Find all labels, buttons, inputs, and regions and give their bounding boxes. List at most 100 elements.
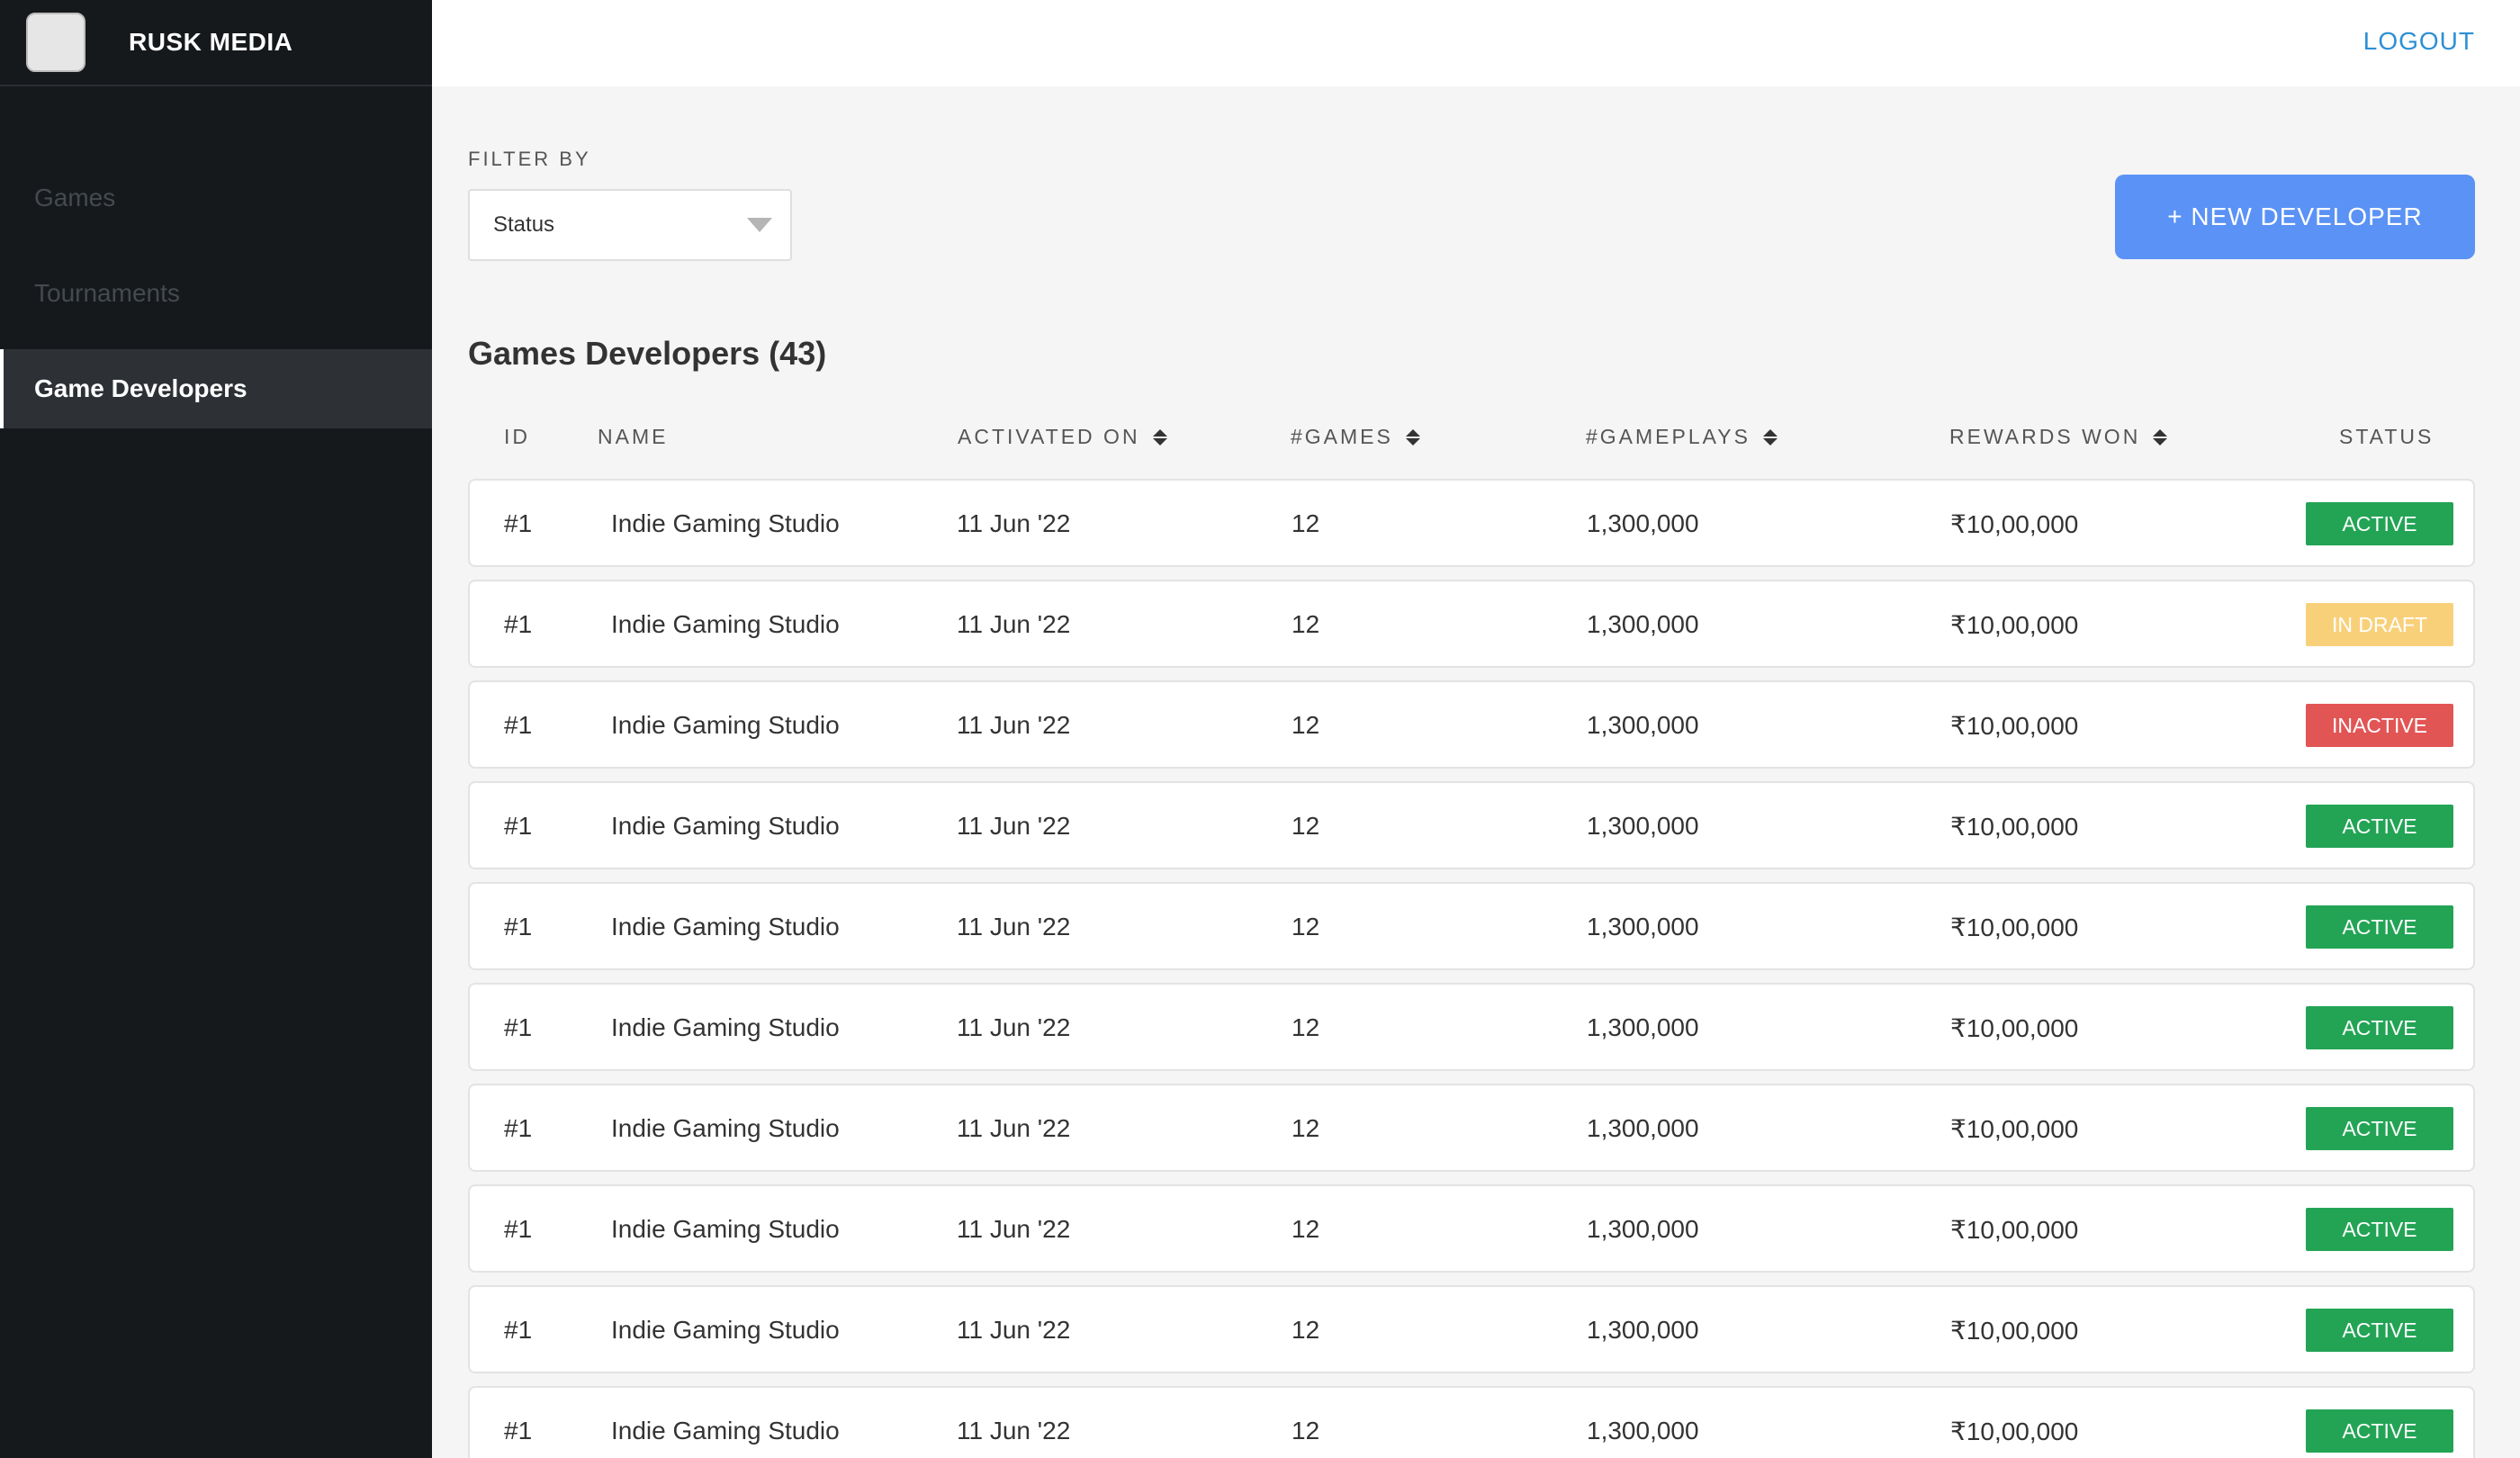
column-header-activated-on[interactable]: ACTIVATED ON — [958, 425, 1167, 449]
cell-gameplays: 1,300,000 — [1587, 913, 1699, 940]
table-row[interactable]: #1 Indie Gaming Studio 11 Jun '22 12 1,3… — [468, 580, 2475, 668]
cell-rewards-won: ₹10,00,000 — [1950, 1014, 2079, 1042]
developer-table-body: #1 Indie Gaming Studio 11 Jun '22 12 1,3… — [468, 479, 2475, 1458]
sidebar: RUSK MEDIA Games Tournaments Game Develo… — [0, 0, 432, 1458]
table-row[interactable]: #1 Indie Gaming Studio 11 Jun '22 12 1,3… — [468, 1386, 2475, 1458]
table-row[interactable]: #1 Indie Gaming Studio 11 Jun '22 12 1,3… — [468, 479, 2475, 567]
sort-icon[interactable] — [1152, 428, 1167, 446]
cell-id: #1 — [504, 1215, 533, 1243]
status-badge: ACTIVE — [2306, 502, 2453, 545]
cell-activated-on: 11 Jun '22 — [957, 1114, 1071, 1142]
sidebar-item-games[interactable]: Games — [0, 158, 432, 238]
status-filter-select[interactable]: Status — [468, 189, 792, 261]
cell-gameplays: 1,300,000 — [1587, 1114, 1699, 1142]
column-header-rewards-won[interactable]: REWARDS WON — [1949, 425, 2168, 449]
status-badge: ACTIVE — [2306, 805, 2453, 848]
cell-id: #1 — [504, 913, 533, 940]
table-header: ID NAME ACTIVATED ON #GAMES #GAMEPLAYS R… — [468, 416, 2475, 461]
sidebar-item-game-developers[interactable]: Game Developers — [0, 349, 432, 428]
status-filter-value: Status — [493, 212, 555, 237]
sidebar-item-tournaments[interactable]: Tournaments — [0, 254, 432, 333]
cell-id: #1 — [504, 1114, 533, 1142]
cell-games: 12 — [1292, 1114, 1320, 1142]
cell-gameplays: 1,300,000 — [1587, 1417, 1699, 1444]
table-row[interactable]: #1 Indie Gaming Studio 11 Jun '22 12 1,3… — [468, 680, 2475, 769]
status-badge: ACTIVE — [2306, 1208, 2453, 1251]
cell-games: 12 — [1292, 1215, 1320, 1243]
sort-icon[interactable] — [1405, 428, 1420, 446]
status-badge: IN DRAFT — [2306, 603, 2453, 646]
page-title: Games Developers (43) — [468, 335, 827, 372]
column-header-name: NAME — [598, 425, 669, 448]
cell-games: 12 — [1292, 711, 1320, 739]
table-row[interactable]: #1 Indie Gaming Studio 11 Jun '22 12 1,3… — [468, 781, 2475, 869]
column-header-status: STATUS — [2339, 425, 2434, 448]
cell-games: 12 — [1292, 1316, 1320, 1344]
cell-id: #1 — [504, 1013, 533, 1041]
brand-name: RUSK MEDIA — [129, 28, 293, 56]
table-row[interactable]: #1 Indie Gaming Studio 11 Jun '22 12 1,3… — [468, 882, 2475, 970]
logout-link[interactable]: LOGOUT — [2363, 27, 2475, 56]
cell-gameplays: 1,300,000 — [1587, 610, 1699, 638]
table-row[interactable]: #1 Indie Gaming Studio 11 Jun '22 12 1,3… — [468, 1285, 2475, 1373]
brand: RUSK MEDIA — [0, 0, 432, 86]
new-developer-button[interactable]: + NEW DEVELOPER — [2115, 175, 2475, 259]
cell-gameplays: 1,300,000 — [1587, 1316, 1699, 1344]
cell-games: 12 — [1292, 913, 1320, 940]
cell-rewards-won: ₹10,00,000 — [1950, 1317, 2079, 1345]
cell-activated-on: 11 Jun '22 — [957, 913, 1071, 940]
cell-games: 12 — [1292, 1417, 1320, 1444]
cell-rewards-won: ₹10,00,000 — [1950, 1418, 2079, 1445]
table-row[interactable]: #1 Indie Gaming Studio 11 Jun '22 12 1,3… — [468, 1084, 2475, 1172]
cell-rewards-won: ₹10,00,000 — [1950, 611, 2079, 639]
cell-activated-on: 11 Jun '22 — [957, 711, 1071, 739]
cell-games: 12 — [1292, 610, 1320, 638]
cell-activated-on: 11 Jun '22 — [957, 509, 1071, 537]
cell-games: 12 — [1292, 812, 1320, 840]
cell-gameplays: 1,300,000 — [1587, 1215, 1699, 1243]
cell-gameplays: 1,300,000 — [1587, 1013, 1699, 1041]
status-badge: ACTIVE — [2306, 1409, 2453, 1453]
top-bar: LOGOUT — [432, 0, 2520, 86]
table-row[interactable]: #1 Indie Gaming Studio 11 Jun '22 12 1,3… — [468, 983, 2475, 1071]
cell-gameplays: 1,300,000 — [1587, 711, 1699, 739]
cell-id: #1 — [504, 812, 533, 840]
sort-icon[interactable] — [2153, 428, 2168, 446]
filter-label: FILTER BY — [468, 148, 591, 170]
cell-activated-on: 11 Jun '22 — [957, 1013, 1071, 1041]
cell-id: #1 — [504, 711, 533, 739]
cell-rewards-won: ₹10,00,000 — [1950, 1115, 2079, 1143]
cell-name: Indie Gaming Studio — [611, 1417, 840, 1444]
cell-id: #1 — [504, 1316, 533, 1344]
cell-rewards-won: ₹10,00,000 — [1950, 510, 2079, 538]
cell-activated-on: 11 Jun '22 — [957, 1215, 1071, 1243]
status-badge: ACTIVE — [2306, 1309, 2453, 1352]
cell-games: 12 — [1292, 1013, 1320, 1041]
cell-gameplays: 1,300,000 — [1587, 509, 1699, 537]
cell-name: Indie Gaming Studio — [611, 1215, 840, 1243]
column-header-gameplays[interactable]: #GAMEPLAYS — [1586, 425, 1778, 449]
cell-rewards-won: ₹10,00,000 — [1950, 813, 2079, 841]
brand-logo — [26, 13, 86, 72]
column-header-id: ID — [504, 425, 530, 448]
cell-activated-on: 11 Jun '22 — [957, 812, 1071, 840]
cell-name: Indie Gaming Studio — [611, 711, 840, 739]
cell-rewards-won: ₹10,00,000 — [1950, 712, 2079, 740]
cell-activated-on: 11 Jun '22 — [957, 1417, 1071, 1444]
chevron-down-icon — [747, 218, 772, 232]
table-row[interactable]: #1 Indie Gaming Studio 11 Jun '22 12 1,3… — [468, 1184, 2475, 1273]
cell-gameplays: 1,300,000 — [1587, 812, 1699, 840]
cell-activated-on: 11 Jun '22 — [957, 1316, 1071, 1344]
sidebar-nav: Games Tournaments Game Developers — [0, 158, 432, 428]
cell-id: #1 — [504, 610, 533, 638]
status-badge: ACTIVE — [2306, 1006, 2453, 1049]
cell-name: Indie Gaming Studio — [611, 509, 840, 537]
sort-icon[interactable] — [1762, 428, 1778, 446]
cell-name: Indie Gaming Studio — [611, 1316, 840, 1344]
cell-id: #1 — [504, 509, 533, 537]
column-header-games[interactable]: #GAMES — [1291, 425, 1420, 449]
cell-activated-on: 11 Jun '22 — [957, 610, 1071, 638]
status-badge: INACTIVE — [2306, 704, 2453, 747]
cell-name: Indie Gaming Studio — [611, 812, 840, 840]
status-badge: ACTIVE — [2306, 1107, 2453, 1150]
